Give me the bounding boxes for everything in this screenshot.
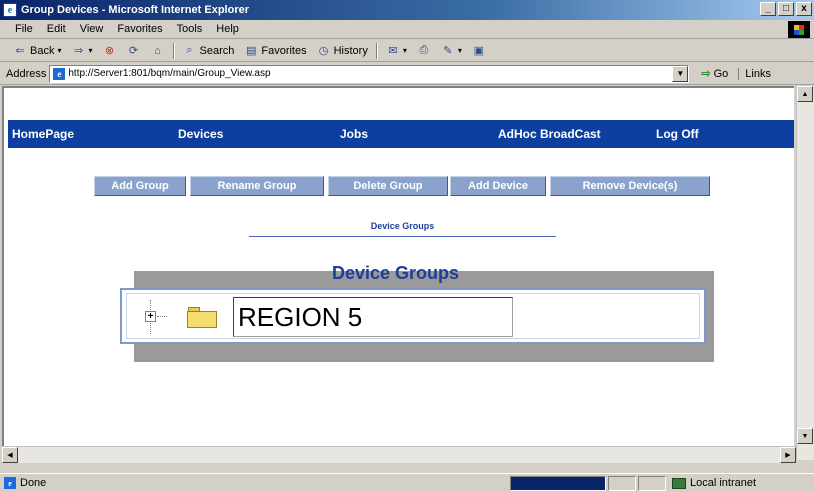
horizontal-scrollbar[interactable]: ◀ ▶ — [2, 446, 796, 463]
go-label: Go — [713, 67, 729, 80]
group-tree: + REGION 5 — [126, 293, 700, 339]
vertical-scrollbar[interactable]: ▲ ▼ — [796, 86, 814, 460]
favorites-icon: ▤ — [246, 45, 257, 57]
nav-log-off[interactable]: Log Off — [656, 127, 699, 141]
forward-button[interactable]: ⇒ ▾ — [66, 44, 97, 58]
ie-icon: e — [3, 3, 17, 17]
home-button[interactable]: ⌂ — [146, 44, 170, 58]
menu-favorites[interactable]: Favorites — [110, 23, 169, 35]
dropdown-arrow-icon: ▾ — [457, 46, 462, 55]
links-button[interactable]: Links — [738, 67, 771, 80]
back-arrow-icon: ⇐ — [15, 45, 25, 57]
print-button[interactable]: ⎙ — [412, 44, 436, 58]
windows-logo-icon — [788, 21, 810, 38]
window-controls: _ □ x — [760, 2, 812, 16]
device-groups-link[interactable]: Device Groups — [249, 221, 556, 231]
delete-group-button[interactable]: Delete Group — [328, 176, 448, 196]
dropdown-arrow-icon: ▾ — [57, 46, 62, 55]
group-tree-panel: + REGION 5 — [120, 288, 706, 344]
history-icon: ◷ — [318, 45, 329, 57]
status-message: e Done — [4, 477, 504, 489]
address-bar: Address e http://Server1:801/bqm/main/Gr… — [0, 63, 814, 85]
search-label: Search — [199, 44, 235, 57]
toolbar-separator — [172, 42, 175, 59]
favorites-button[interactable]: ▤ Favorites — [239, 44, 311, 58]
add-group-button[interactable]: Add Group — [94, 176, 186, 196]
status-cell — [608, 475, 636, 491]
close-button[interactable]: x — [796, 2, 812, 16]
nav-devices[interactable]: Devices — [178, 127, 223, 141]
mail-icon: ✉ — [388, 45, 398, 57]
security-zone: Local intranet — [666, 477, 806, 489]
mail-button[interactable]: ✉ ▾ — [381, 44, 412, 58]
stop-icon: ⊗ — [104, 45, 115, 57]
menu-view[interactable]: View — [73, 23, 111, 35]
intranet-icon — [672, 477, 686, 489]
history-button[interactable]: ◷ History — [312, 44, 373, 58]
back-label: Back — [30, 44, 55, 57]
action-buttons: Add Group Rename Group Delete Group Add … — [4, 176, 792, 198]
nav-jobs[interactable]: Jobs — [340, 127, 368, 141]
group-name-field[interactable]: REGION 5 — [233, 297, 513, 337]
address-input[interactable]: e http://Server1:801/bqm/main/Group_View… — [49, 64, 690, 83]
search-icon: ⌕ — [186, 44, 193, 56]
status-cell — [638, 475, 666, 491]
favorites-label: Favorites — [261, 44, 307, 57]
address-url: http://Server1:801/bqm/main/Group_View.a… — [68, 68, 271, 79]
nav-adhoc-broadcast[interactable]: AdHoc BroadCast — [498, 127, 601, 141]
panel-title: Device Groups — [332, 263, 460, 283]
rename-group-button[interactable]: Rename Group — [190, 176, 324, 196]
page-icon: e — [53, 67, 66, 80]
folder-icon — [187, 307, 217, 328]
scroll-up-icon[interactable]: ▲ — [797, 86, 813, 102]
menu-bar: File Edit View Favorites Tools Help — [0, 20, 814, 39]
menu-edit[interactable]: Edit — [40, 23, 73, 35]
scroll-left-icon[interactable]: ◀ — [2, 447, 18, 463]
edit-button[interactable]: ✎ ▾ — [436, 44, 467, 58]
menu-help[interactable]: Help — [209, 23, 246, 35]
remove-devices-button[interactable]: Remove Device(s) — [550, 176, 710, 196]
stop-button[interactable]: ⊗ — [98, 44, 122, 58]
page-content: HomePage Devices Jobs AdHoc BroadCast Lo… — [2, 86, 794, 446]
tree-connector — [157, 316, 167, 317]
expand-icon[interactable]: + — [145, 311, 156, 322]
scroll-right-icon[interactable]: ▶ — [780, 447, 796, 463]
search-button[interactable]: ⌕ Search — [178, 44, 240, 58]
discuss-button[interactable]: ▣ — [467, 44, 491, 58]
print-icon: ⎙ — [419, 44, 429, 56]
refresh-button[interactable]: ⟳ — [122, 44, 146, 58]
go-arrow-icon: ⇨ — [701, 68, 711, 80]
subtitle-underline — [249, 236, 556, 237]
toolbar: ⇐ Back ▾ ⇒ ▾ ⊗ ⟳ ⌂ ⌕ Search ▤ Favorites … — [0, 40, 814, 62]
menu-file[interactable]: File — [8, 23, 40, 35]
refresh-icon: ⟳ — [128, 45, 139, 57]
status-text: Done — [20, 477, 47, 489]
address-label: Address — [6, 67, 47, 80]
forward-arrow-icon: ⇒ — [73, 45, 84, 57]
edit-icon: ✎ — [443, 45, 453, 57]
home-icon: ⌂ — [154, 44, 161, 57]
scroll-down-icon[interactable]: ▼ — [797, 428, 813, 444]
back-button[interactable]: ⇐ Back ▾ — [8, 44, 66, 58]
page-icon: e — [4, 477, 16, 489]
nav-bar: HomePage Devices Jobs AdHoc BroadCast Lo… — [8, 120, 794, 148]
dropdown-arrow-icon: ▾ — [402, 46, 407, 55]
history-label: History — [333, 44, 368, 57]
go-button[interactable]: ⇨ Go — [701, 67, 729, 81]
progress-bar — [510, 475, 606, 491]
menu-tools[interactable]: Tools — [170, 23, 210, 35]
toolbar-separator — [375, 42, 378, 59]
window-titlebar: e Group Devices - Microsoft Internet Exp… — [0, 0, 814, 20]
minimize-button[interactable]: _ — [760, 2, 776, 16]
maximize-button[interactable]: □ — [778, 2, 794, 16]
add-device-button[interactable]: Add Device — [450, 176, 546, 196]
nav-homepage[interactable]: HomePage — [12, 127, 74, 141]
window-title: Group Devices - Microsoft Internet Explo… — [21, 4, 249, 16]
zone-label: Local intranet — [690, 477, 757, 489]
address-dropdown-icon[interactable]: ▼ — [672, 65, 689, 82]
dropdown-arrow-icon: ▾ — [88, 46, 93, 55]
discuss-icon: ▣ — [473, 45, 485, 57]
status-bar: e Done Local intranet — [0, 473, 814, 492]
